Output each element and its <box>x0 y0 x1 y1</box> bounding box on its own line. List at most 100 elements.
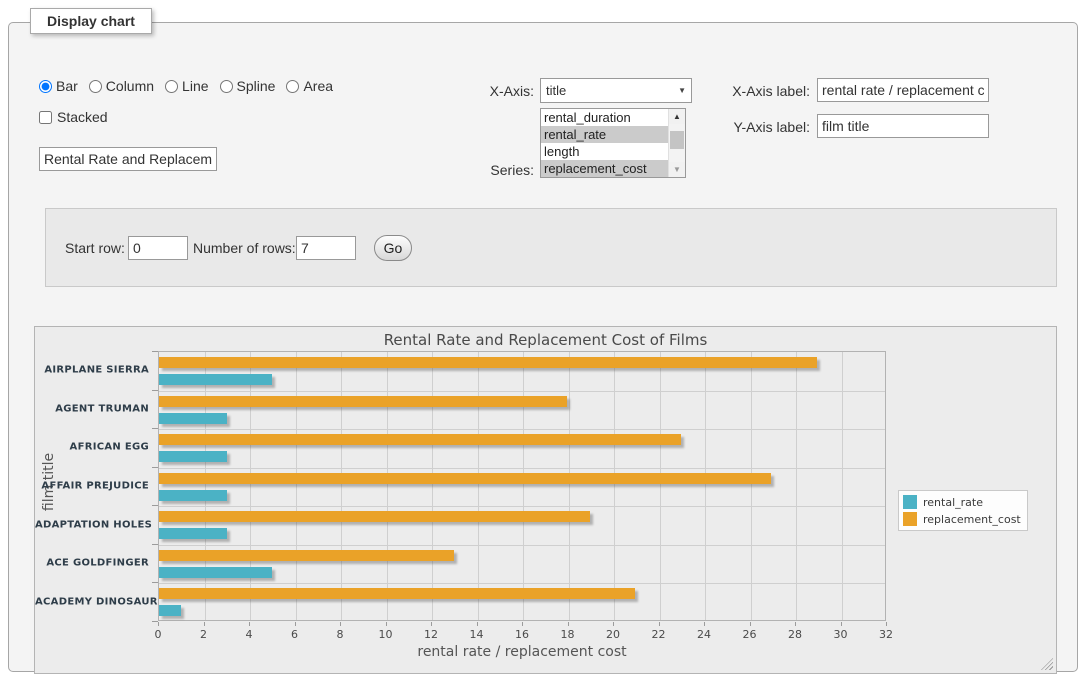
x-tick <box>204 622 205 626</box>
series-listbox[interactable]: rental_durationrental_ratelengthreplacem… <box>540 108 686 178</box>
x-tick <box>886 622 887 626</box>
gridline <box>432 352 433 620</box>
category-label: ADAPTATION HOLES <box>35 519 149 530</box>
bar-rental_rate <box>159 413 227 424</box>
chart-type-option-area[interactable]: Area <box>286 78 333 94</box>
category-label: AFRICAN EGG <box>35 442 149 453</box>
bar-rental_rate <box>159 490 227 501</box>
x-tick-label: 26 <box>743 628 757 641</box>
x-tick-label: 14 <box>470 628 484 641</box>
category-label: AGENT TRUMAN <box>35 403 149 414</box>
y-tick <box>152 544 158 545</box>
gridline <box>159 583 885 584</box>
category-label: ACE GOLDFINGER <box>35 558 149 569</box>
y-tick <box>152 505 158 506</box>
legend-item: replacement_cost <box>903 512 1021 526</box>
chart-type-option-column[interactable]: Column <box>89 78 154 94</box>
x-tick-label: 10 <box>379 628 393 641</box>
scroll-down-icon[interactable]: ▼ <box>669 162 685 177</box>
series-option-replacement_cost[interactable]: replacement_cost <box>541 160 668 177</box>
bar-replacement_cost <box>159 396 567 407</box>
gridline <box>250 352 251 620</box>
x-tick <box>659 622 660 626</box>
x-tick-label: 0 <box>155 628 162 641</box>
scroll-up-icon[interactable]: ▲ <box>669 109 685 124</box>
legend-item: rental_rate <box>903 495 1021 509</box>
gridline <box>159 391 885 392</box>
gridline <box>569 352 570 620</box>
x-axis-select-label: X-Axis: <box>449 83 534 99</box>
x-tick-label: 20 <box>606 628 620 641</box>
stacked-checkbox[interactable] <box>39 111 52 124</box>
gridline <box>614 352 615 620</box>
bar-rental_rate <box>159 528 227 539</box>
chart-type-option-bar[interactable]: Bar <box>39 78 78 94</box>
gridline <box>387 352 388 620</box>
x-tick-label: 8 <box>337 628 344 641</box>
x-axis-label-caption: X-Axis label: <box>709 83 810 99</box>
x-tick-label: 28 <box>788 628 802 641</box>
gridline <box>705 352 706 620</box>
x-tick <box>795 622 796 626</box>
y-tick <box>152 467 158 468</box>
gridline <box>478 352 479 620</box>
go-button[interactable]: Go <box>374 235 412 261</box>
bar-replacement_cost <box>159 434 681 445</box>
series-scrollbar[interactable]: ▲ ▼ <box>668 109 685 177</box>
series-options: rental_durationrental_ratelengthreplacem… <box>541 109 668 177</box>
gridline <box>660 352 661 620</box>
stacked-checkbox-row[interactable]: Stacked <box>39 109 108 125</box>
chart-type-radio-column[interactable] <box>89 80 102 93</box>
chart-type-option-spline[interactable]: Spline <box>220 78 276 94</box>
num-rows-label: Number of rows: <box>193 240 296 256</box>
legend-swatch <box>903 495 917 509</box>
start-row-input[interactable] <box>128 236 188 260</box>
chart-type-radio-line[interactable] <box>165 80 178 93</box>
bar-replacement_cost <box>159 588 635 599</box>
bar-replacement_cost <box>159 511 590 522</box>
chart-title-input[interactable] <box>39 147 217 171</box>
chart-type-radio-bar[interactable] <box>39 80 52 93</box>
category-label: ACADEMY DINOSAUR <box>35 596 149 607</box>
x-tick-label: 32 <box>879 628 893 641</box>
series-option-length[interactable]: length <box>541 143 668 160</box>
scrollbar-thumb[interactable] <box>670 131 684 149</box>
gridline <box>523 352 524 620</box>
x-tick <box>613 622 614 626</box>
x-tick <box>841 622 842 626</box>
legend-swatch <box>903 512 917 526</box>
series-option-rental_rate[interactable]: rental_rate <box>541 126 668 143</box>
chart-type-radio-spline[interactable] <box>220 80 233 93</box>
x-tick-label: 30 <box>834 628 848 641</box>
y-axis-label-input[interactable] <box>817 114 989 138</box>
chart-type-option-line[interactable]: Line <box>165 78 208 94</box>
y-tick <box>152 428 158 429</box>
resize-handle-icon[interactable] <box>1041 658 1053 670</box>
x-tick-label: 22 <box>652 628 666 641</box>
x-tick-label: 16 <box>515 628 529 641</box>
panel-title: Display chart <box>30 8 152 34</box>
category-label: AFFAIR PREJUDICE <box>35 481 149 492</box>
x-axis-select[interactable]: title ▼ <box>540 78 692 103</box>
chart-type-radio-area[interactable] <box>286 80 299 93</box>
bar-rental_rate <box>159 605 181 616</box>
x-tick <box>568 622 569 626</box>
gridline <box>842 352 843 620</box>
x-tick <box>704 622 705 626</box>
gridline <box>159 545 885 546</box>
chart-x-axis-label: rental rate / replacement cost <box>158 644 886 660</box>
page: BarColumnLineSplineArea Stacked X-Axis: … <box>0 0 1081 681</box>
y-tick <box>152 390 158 391</box>
chart-title: Rental Rate and Replacement Cost of Film… <box>35 331 1056 349</box>
y-tick <box>152 582 158 583</box>
series-option-rental_duration[interactable]: rental_duration <box>541 109 668 126</box>
x-tick-label: 4 <box>246 628 253 641</box>
bar-rental_rate <box>159 567 272 578</box>
x-axis-label-input[interactable] <box>817 78 989 102</box>
series-list-label: Series: <box>449 162 534 178</box>
chevron-down-icon: ▼ <box>678 86 686 95</box>
x-tick <box>340 622 341 626</box>
x-tick <box>431 622 432 626</box>
gridline <box>341 352 342 620</box>
num-rows-input[interactable] <box>296 236 356 260</box>
